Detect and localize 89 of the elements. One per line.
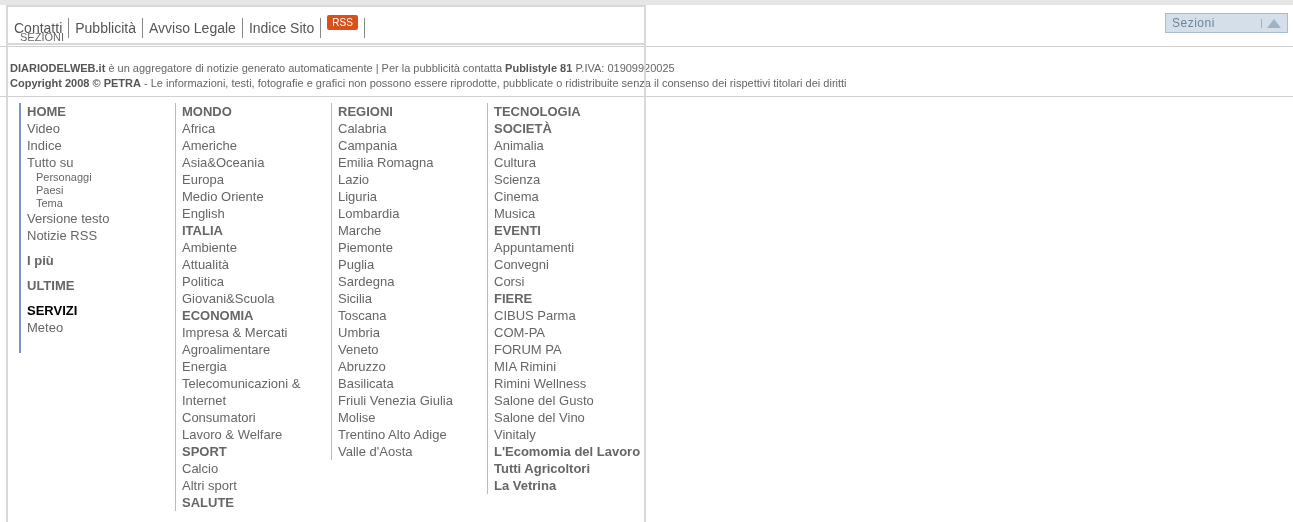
menu-link[interactable]: Politica bbox=[182, 273, 331, 290]
section-heading[interactable]: SERVIZI bbox=[27, 302, 175, 319]
section-heading[interactable]: REGIONI bbox=[338, 103, 487, 120]
menu-link[interactable]: Animalia bbox=[494, 137, 643, 154]
menu-link[interactable]: Telecomunicazioni & Internet bbox=[182, 375, 331, 409]
menu-link[interactable]: Abruzzo bbox=[338, 358, 487, 375]
menu-link[interactable]: Umbria bbox=[338, 324, 487, 341]
menu-link[interactable]: Scienza bbox=[494, 171, 643, 188]
menu-link[interactable]: Ambiente bbox=[182, 239, 331, 256]
menu-link[interactable]: Cinema bbox=[494, 188, 643, 205]
dropdown-label: Sezioni bbox=[1172, 16, 1215, 30]
footer-text: Copyright 2008 © PETRA - Le informazioni, testi, fotografie e grafici non possono essere riprodotte, pubblicate o ridistribuite senza il consenso dei rispettivi titolari dei diritti bbox=[10, 76, 848, 91]
menu-link[interactable]: Meteo bbox=[27, 319, 175, 336]
menu-link[interactable]: Vinitaly bbox=[494, 426, 643, 443]
menu-link[interactable]: Friuli Venezia Giulia bbox=[338, 392, 487, 409]
menu-link[interactable]: Marche bbox=[338, 222, 487, 239]
menu-link[interactable]: Toscana bbox=[338, 307, 487, 324]
menu-link[interactable]: Energia bbox=[182, 358, 331, 375]
menu-link[interactable]: Salone del Vino bbox=[494, 409, 643, 426]
menu-link[interactable]: FORUM PA bbox=[494, 341, 643, 358]
up-arrow-icon bbox=[1261, 18, 1281, 28]
menu-link[interactable]: Americhe bbox=[182, 137, 331, 154]
menu-link[interactable]: Africa bbox=[182, 120, 331, 137]
menu-link[interactable]: Liguria bbox=[338, 188, 487, 205]
menu-link[interactable]: MIA Rimini bbox=[494, 358, 643, 375]
menu-link[interactable]: Europa bbox=[182, 171, 331, 188]
menu-link[interactable]: Versione testo bbox=[27, 210, 175, 227]
menu-link[interactable]: Salone del Gusto bbox=[494, 392, 643, 409]
menu-link[interactable]: Impresa & Mercati bbox=[182, 324, 331, 341]
section-heading[interactable]: Tutti Agricoltori bbox=[494, 460, 643, 477]
top-link[interactable]: Indice Sito bbox=[248, 19, 315, 36]
menu-link[interactable]: Altri sport bbox=[182, 477, 331, 494]
menu-link[interactable]: Calabria bbox=[338, 120, 487, 137]
menu-link[interactable]: Calcio bbox=[182, 460, 331, 477]
menu-link[interactable]: Valle d'Aosta bbox=[338, 443, 487, 460]
section-heading[interactable]: La Vetrina bbox=[494, 477, 643, 494]
menu-link[interactable]: Sardegna bbox=[338, 273, 487, 290]
menu-link[interactable]: Video bbox=[27, 120, 175, 137]
submenu-link[interactable]: Personaggi bbox=[27, 171, 175, 184]
menu-link[interactable]: Lombardia bbox=[338, 205, 487, 222]
submenu-link[interactable]: Paesi bbox=[27, 184, 175, 197]
menu-link[interactable]: Indice bbox=[27, 137, 175, 154]
menu-link[interactable]: Cultura bbox=[494, 154, 643, 171]
section-heading[interactable]: FIERE bbox=[494, 290, 643, 307]
menu-link[interactable]: Rimini Wellness bbox=[494, 375, 643, 392]
section-heading[interactable]: TECNOLOGIA bbox=[494, 103, 643, 120]
menu-link[interactable]: English bbox=[182, 205, 331, 222]
section-heading[interactable]: ECONOMIA bbox=[182, 307, 331, 324]
menu-link[interactable]: Lazio bbox=[338, 171, 487, 188]
menu-link[interactable]: Molise bbox=[338, 409, 487, 426]
menu-link[interactable]: Campania bbox=[338, 137, 487, 154]
top-link[interactable]: Pubblicità bbox=[75, 19, 136, 36]
menu-link[interactable]: Sicilia bbox=[338, 290, 487, 307]
menu-link[interactable]: Musica bbox=[494, 205, 643, 222]
menu-link[interactable]: Convegni bbox=[494, 256, 643, 273]
menu-link[interactable]: Giovani&Scuola bbox=[182, 290, 331, 307]
menu-link[interactable]: Attualità bbox=[182, 256, 331, 273]
section-heading[interactable]: ITALIA bbox=[182, 222, 331, 239]
section-heading[interactable]: HOME bbox=[27, 103, 175, 120]
menu-link[interactable]: Agroalimentare bbox=[182, 341, 331, 358]
section-heading[interactable]: SALUTE bbox=[182, 494, 331, 511]
section-heading[interactable]: SOCIETÀ bbox=[494, 120, 643, 137]
menu-link[interactable]: Tutto su bbox=[27, 154, 175, 171]
menu-link[interactable]: Lavoro & Welfare bbox=[182, 426, 331, 443]
menu-link[interactable]: Notizie RSS bbox=[27, 227, 175, 244]
section-heading[interactable]: SPORT bbox=[182, 443, 331, 460]
menu-link[interactable]: Consumatori bbox=[182, 409, 331, 426]
sections-caption: SEZIONI bbox=[20, 31, 64, 43]
section-heading[interactable]: EVENTI bbox=[494, 222, 643, 239]
menu-link[interactable]: Basilicata bbox=[338, 375, 487, 392]
menu-link[interactable]: Medio Oriente bbox=[182, 188, 331, 205]
menu-link[interactable]: Puglia bbox=[338, 256, 487, 273]
menu-link[interactable]: COM-PA bbox=[494, 324, 643, 341]
menu-link[interactable]: Emilia Romagna bbox=[338, 154, 487, 171]
top-link[interactable]: Avviso Legale bbox=[148, 19, 236, 36]
menu-link[interactable]: CIBUS Parma bbox=[494, 307, 643, 324]
footer-text: DIARIODELWEB.it è un aggregatore di notizie generato automaticamente | Per la pubblicità contatta Publistyle 81 P.IVA: 01909920025 bbox=[10, 61, 676, 76]
menu-link[interactable]: Veneto bbox=[338, 341, 487, 358]
menu-link[interactable]: Corsi bbox=[494, 273, 643, 290]
section-heading[interactable]: I più bbox=[27, 252, 175, 269]
submenu-link[interactable]: Tema bbox=[27, 197, 175, 210]
section-heading[interactable]: MONDO bbox=[182, 103, 331, 120]
menu-link[interactable]: Piemonte bbox=[338, 239, 487, 256]
menu-link[interactable]: Asia&Oceania bbox=[182, 154, 331, 171]
menu-link[interactable]: Appuntamenti bbox=[494, 239, 643, 256]
section-heading[interactable]: ULTIME bbox=[27, 277, 175, 294]
section-heading[interactable]: L'Ecomomia del Lavoro bbox=[494, 443, 643, 460]
menu-link[interactable]: Trentino Alto Adige bbox=[338, 426, 487, 443]
rss-badge[interactable]: RSS bbox=[327, 15, 358, 30]
